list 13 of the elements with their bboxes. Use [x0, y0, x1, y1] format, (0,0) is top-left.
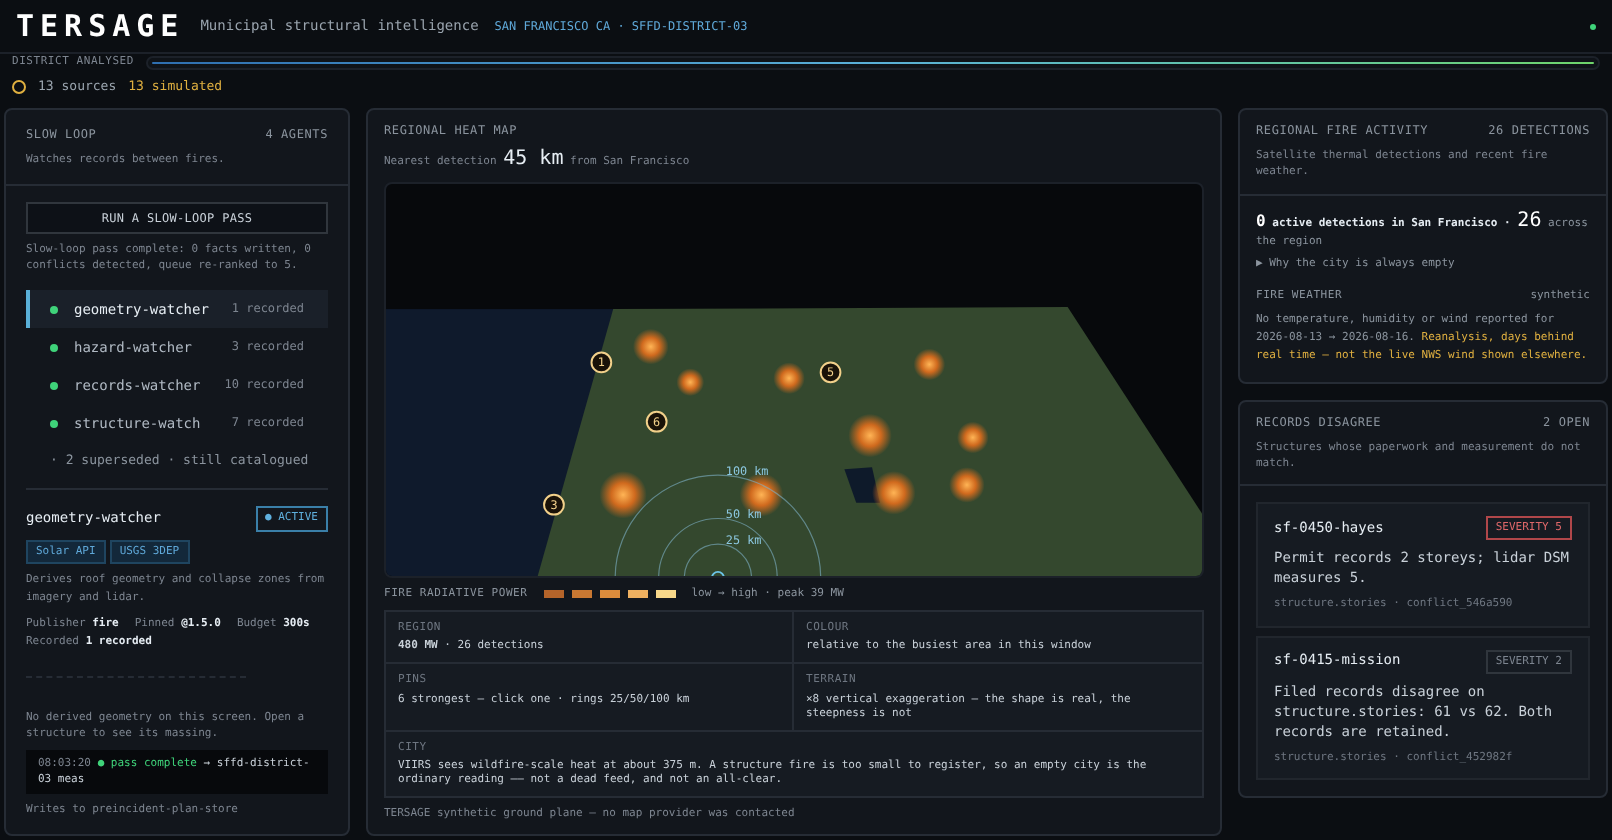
- heat-spot: [599, 471, 647, 519]
- heat-spot: [739, 473, 784, 517]
- heat-spot: [913, 348, 946, 381]
- heat-spot: [632, 328, 669, 365]
- heat-spot: [676, 368, 705, 396]
- city-marker: [711, 570, 725, 576]
- heat-spot: [872, 471, 916, 515]
- heat-spot: [957, 421, 989, 454]
- heat-spot: [773, 362, 805, 395]
- ring-icon: [12, 80, 26, 94]
- heat-spot: [949, 467, 985, 503]
- brand-title: TERSAGE: [16, 5, 185, 48]
- heat-spot: [848, 413, 892, 458]
